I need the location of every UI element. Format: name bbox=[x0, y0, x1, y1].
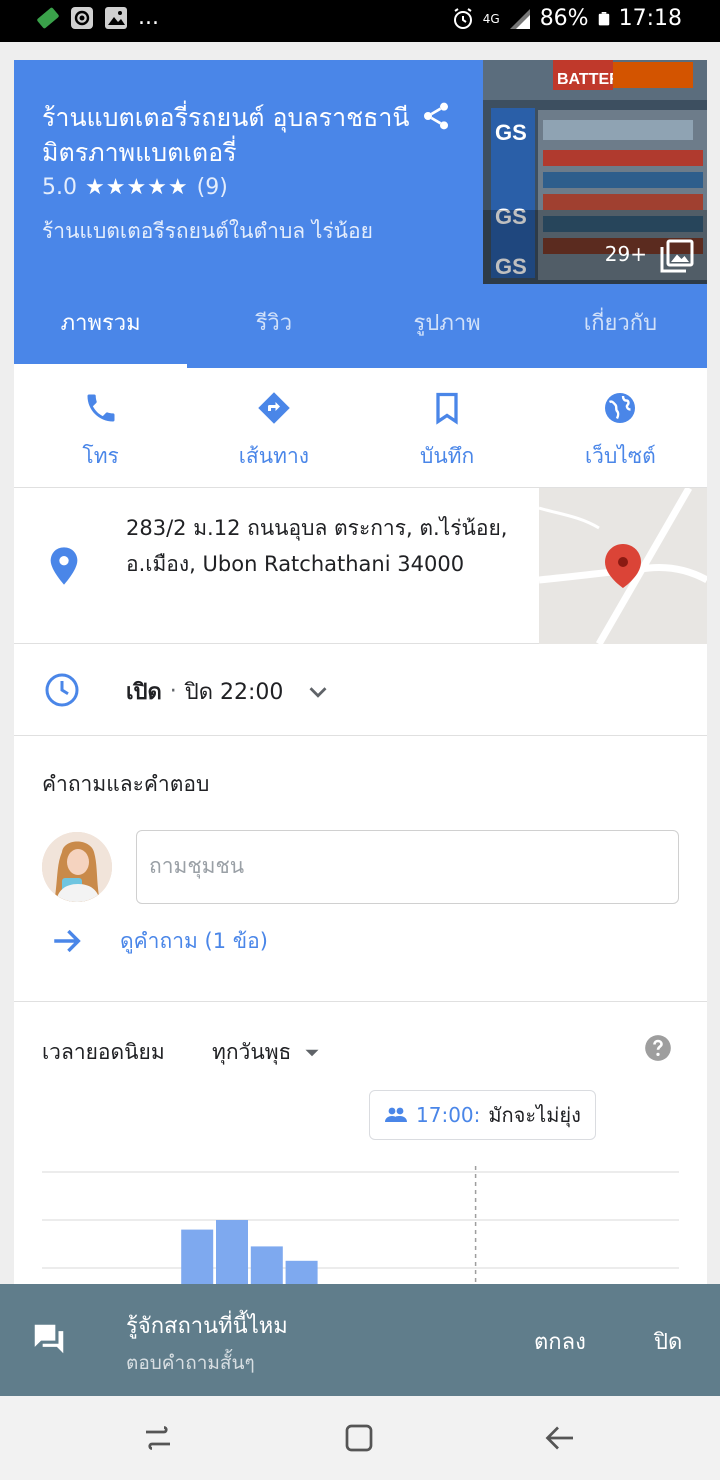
photo-library-icon bbox=[660, 239, 694, 273]
tab-about[interactable]: เกี่ยวกับ bbox=[534, 284, 707, 368]
address-row[interactable]: 283/2 ม.12 ถนนอุบล ตระการ, ต.ไร่น้อย, อ.… bbox=[14, 488, 707, 644]
directions-button[interactable]: เส้นทาง bbox=[187, 368, 360, 487]
more-notifications: ... bbox=[138, 5, 159, 30]
avatar bbox=[42, 832, 112, 902]
mini-map[interactable] bbox=[539, 488, 707, 644]
qa-section: คำถามและคำตอบ ถามชุมชน ดูคำถาม (1 ข้อ) bbox=[14, 736, 707, 1002]
phone-icon bbox=[87, 394, 115, 422]
location-pin-icon bbox=[50, 547, 78, 585]
directions-label: เส้นทาง bbox=[238, 444, 309, 468]
map-illustration bbox=[539, 488, 707, 644]
globe-icon bbox=[605, 393, 636, 423]
current-status: มักจะไม่ยุ่ง bbox=[488, 1103, 581, 1127]
website-label: เว็บไซต์ bbox=[584, 444, 656, 468]
day-selector-value: ทุกวันพุธ bbox=[212, 1040, 292, 1064]
day-selector[interactable]: ทุกวันพุธ bbox=[212, 1036, 325, 1069]
know-this-place-snackbar: รู้จักสถานที่นี้ไหม ตอบคำถามสั้นๆ ตกลง ป… bbox=[0, 1284, 720, 1396]
photo-count: 29+ bbox=[604, 242, 647, 266]
battery-level: 86% bbox=[539, 6, 589, 31]
place-card: ร้านแบตเตอรี่รถยนต์ อุบลราชธานี มิตรภาพแ… bbox=[14, 60, 707, 1460]
place-category: ร้านแบตเตอรีรถยนต์ในตำบล ไร่น้อย bbox=[42, 219, 373, 243]
tab-photos[interactable]: รูปภาพ bbox=[361, 284, 534, 368]
rating-stars: ★★★★★ bbox=[85, 175, 189, 200]
tab-overview[interactable]: ภาพรวม bbox=[14, 284, 188, 368]
popular-times-title: เวลายอดนิยม bbox=[42, 1040, 165, 1064]
clock: 17:18 bbox=[618, 6, 682, 31]
signal-icon bbox=[509, 8, 530, 29]
directions-icon bbox=[258, 392, 290, 424]
tab-reviews[interactable]: รีวิว bbox=[187, 284, 360, 368]
help-icon[interactable] bbox=[644, 1034, 672, 1062]
hours-row[interactable]: เปิด · ปิด 22:00 bbox=[14, 644, 707, 736]
snackbar-title: รู้จักสถานที่นี้ไหม bbox=[126, 1314, 288, 1339]
review-count: (9) bbox=[196, 175, 228, 200]
hours-text: เปิด · ปิด 22:00 bbox=[126, 674, 333, 709]
place-tabs: ภาพรวม รีวิว รูปภาพ เกี่ยวกับ bbox=[14, 284, 707, 368]
current-time: 17:00: bbox=[416, 1103, 481, 1127]
home-icon[interactable] bbox=[341, 1420, 377, 1456]
avatar-illustration bbox=[42, 832, 112, 902]
see-questions-label: ดูคำถาม (1 ข้อ) bbox=[120, 928, 268, 953]
clock-icon bbox=[45, 673, 79, 707]
network-type: 4G bbox=[482, 11, 500, 26]
see-questions-link[interactable]: ดูคำถาม (1 ข้อ) bbox=[50, 924, 268, 958]
address-text: 283/2 ม.12 ถนนอุบล ตระการ, ต.ไร่น้อย, อ.… bbox=[126, 516, 508, 576]
image-icon bbox=[105, 7, 127, 29]
current-busyness-bubble: 17:00: มักจะไม่ยุ่ง bbox=[369, 1090, 596, 1140]
bookmark-icon bbox=[436, 392, 458, 425]
ask-community-input[interactable]: ถามชุมชน bbox=[136, 830, 679, 904]
save-label: บันทึก bbox=[420, 444, 475, 468]
question-answer-icon bbox=[34, 1324, 64, 1354]
arrow-right-icon bbox=[54, 929, 81, 953]
website-button[interactable]: เว็บไซต์ bbox=[534, 368, 707, 487]
place-name: ร้านแบตเตอรี่รถยนต์ อุบลราชธานี มิตรภาพแ… bbox=[42, 103, 410, 167]
system-nav-bar bbox=[0, 1396, 720, 1480]
gs-sign-top: GS bbox=[495, 120, 527, 145]
qa-title: คำถามและคำตอบ bbox=[42, 772, 210, 796]
hours-separator: · bbox=[169, 679, 177, 704]
alarm-icon bbox=[453, 7, 472, 29]
action-bar: โทร เส้นทาง บันทึก เว็บไซต์ bbox=[14, 368, 707, 488]
at-sign-icon bbox=[71, 7, 93, 29]
chevron-down-icon[interactable] bbox=[303, 677, 333, 707]
back-icon[interactable] bbox=[543, 1420, 579, 1456]
open-status: เปิด bbox=[126, 680, 162, 705]
dropdown-arrow-icon bbox=[305, 1049, 319, 1056]
snackbar-subtitle: ตอบคำถามสั้นๆ bbox=[126, 1352, 255, 1374]
people-icon bbox=[385, 1107, 407, 1122]
satellite-icon bbox=[37, 7, 59, 29]
snackbar-ok-button[interactable]: ตกลง bbox=[534, 1324, 586, 1359]
rating-summary[interactable]: 5.0 ★★★★★ (9) bbox=[42, 175, 228, 200]
rating-value: 5.0 bbox=[42, 175, 77, 200]
status-bar: ... 4G 86% 17:18 bbox=[0, 0, 720, 42]
save-button[interactable]: บันทึก bbox=[361, 368, 534, 487]
share-icon[interactable] bbox=[420, 100, 452, 132]
place-header: ร้านแบตเตอรี่รถยนต์ อุบลราชธานี มิตรภาพแ… bbox=[14, 60, 707, 284]
call-label: โทร bbox=[82, 444, 119, 468]
call-button[interactable]: โทร bbox=[14, 368, 187, 487]
snackbar-close-button[interactable]: ปิด bbox=[654, 1324, 682, 1359]
battery-icon bbox=[598, 11, 609, 25]
place-photo[interactable]: BATTERY GS GS GS 29+ bbox=[483, 60, 707, 284]
recent-apps-icon[interactable] bbox=[140, 1420, 176, 1456]
closing-time: ปิด 22:00 bbox=[184, 680, 284, 705]
